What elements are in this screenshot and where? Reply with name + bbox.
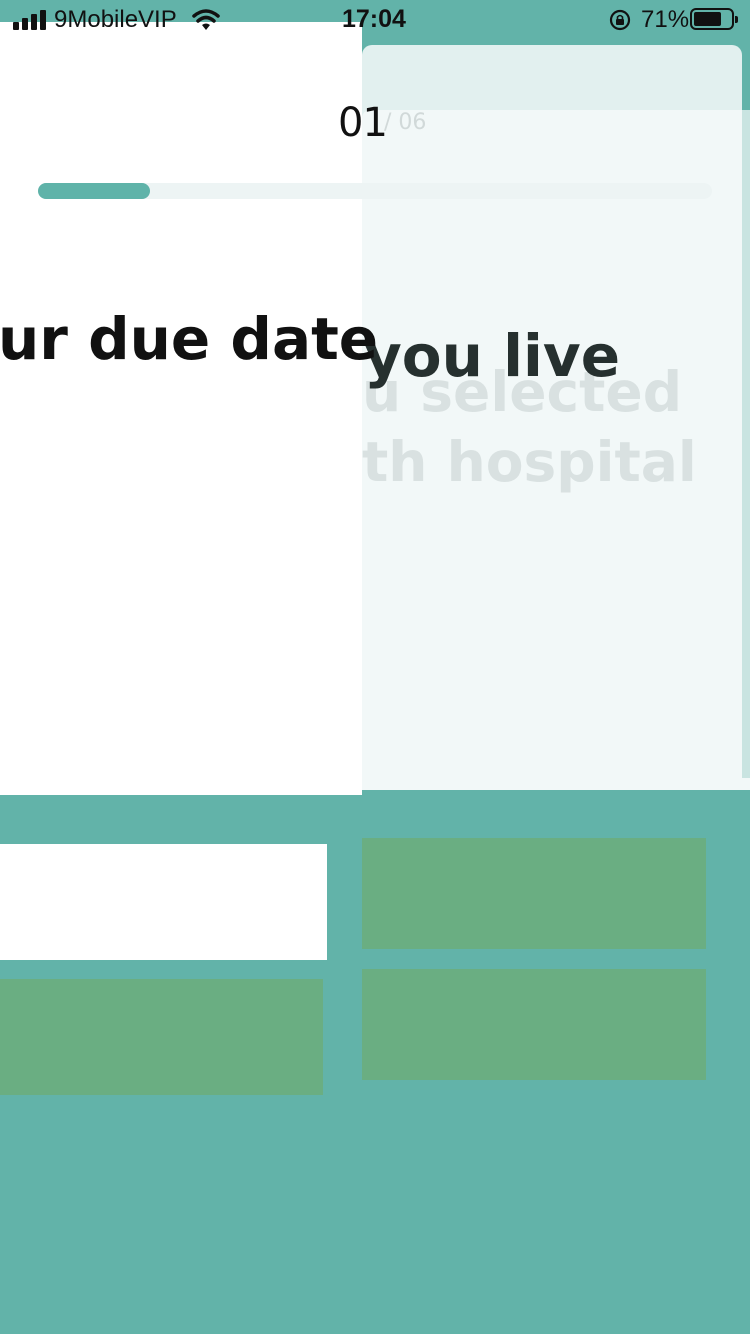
wifi-icon xyxy=(192,9,220,30)
clock: 17:04 xyxy=(342,5,406,33)
carrier-name: 9MobileVIP xyxy=(54,6,177,33)
battery-percentage: 71% xyxy=(641,6,690,33)
status-bar: 9MobileVIP 17:04 71% xyxy=(0,0,750,40)
signal-icon xyxy=(13,10,47,30)
current-question-card xyxy=(0,22,362,795)
option-button-3[interactable] xyxy=(362,838,706,949)
battery-icon xyxy=(690,8,738,30)
question-next-text: you live xyxy=(364,322,621,390)
option-button-4[interactable] xyxy=(362,969,706,1080)
option-button-1[interactable] xyxy=(0,844,327,960)
step-total: / 06 xyxy=(384,110,427,135)
progress-fill xyxy=(38,183,150,199)
step-current: 01 xyxy=(338,100,388,146)
question-current-text: ur due date xyxy=(0,305,379,373)
rotation-lock-icon xyxy=(609,9,631,31)
card-stack-edge xyxy=(742,110,750,778)
question-ghost-line2: th hospital xyxy=(362,430,697,494)
option-button-2[interactable]: t xyxy=(0,979,323,1095)
